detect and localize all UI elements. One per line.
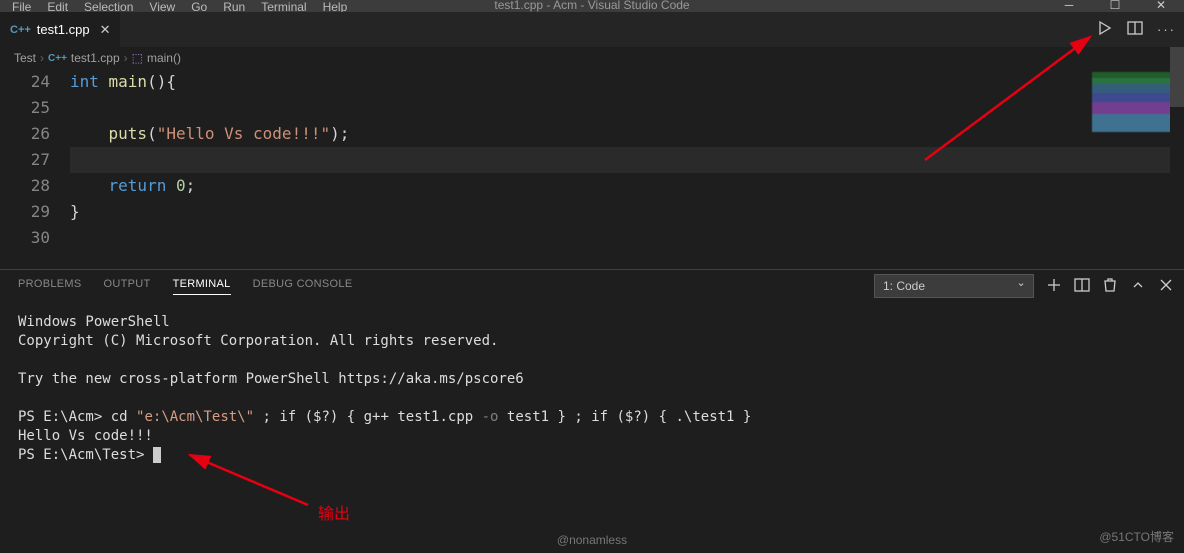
breadcrumb-file[interactable]: test1.cpp bbox=[71, 51, 120, 65]
watermark-center: @nonamless bbox=[557, 533, 627, 547]
watermark-right: @51CTO博客 bbox=[1099, 528, 1174, 545]
tab-debug-console[interactable]: DEBUG CONSOLE bbox=[253, 278, 353, 295]
run-button[interactable] bbox=[1097, 20, 1113, 39]
tab-label: test1.cpp bbox=[37, 22, 90, 37]
close-icon[interactable]: ✕ bbox=[100, 22, 111, 38]
breadcrumb[interactable]: Test › C++ test1.cpp › ⬚ main() bbox=[0, 47, 1184, 69]
tab-problems[interactable]: PROBLEMS bbox=[18, 278, 82, 295]
terminal-prompt: PS E:\Acm> bbox=[18, 409, 102, 425]
terminal-line: Try the new cross-platform PowerShell ht… bbox=[18, 371, 524, 387]
chevron-right-icon: › bbox=[124, 51, 128, 65]
breadcrumb-symbol[interactable]: main() bbox=[147, 51, 181, 65]
annotation-output-label: 输出 bbox=[318, 500, 350, 524]
vertical-scrollbar[interactable] bbox=[1170, 47, 1184, 269]
kill-terminal-icon[interactable] bbox=[1102, 277, 1118, 296]
more-actions-icon[interactable]: ··· bbox=[1157, 22, 1176, 37]
terminal-cursor bbox=[153, 447, 161, 463]
terminal-line: Copyright (C) Microsoft Corporation. All… bbox=[18, 333, 498, 349]
window-close-icon[interactable]: ✕ bbox=[1138, 0, 1184, 12]
tab-terminal[interactable]: TERMINAL bbox=[173, 278, 231, 295]
cpp-file-icon: C++ bbox=[48, 53, 67, 64]
close-panel-icon[interactable] bbox=[1158, 277, 1174, 296]
tab-output[interactable]: OUTPUT bbox=[104, 278, 151, 295]
cpp-file-icon: C++ bbox=[10, 24, 31, 36]
minimap[interactable] bbox=[1092, 72, 1182, 132]
terminal-selector[interactable]: 1: Code bbox=[874, 274, 1034, 298]
terminal-line: Windows PowerShell bbox=[18, 314, 170, 330]
chevron-right-icon: › bbox=[40, 51, 44, 65]
panel-tabs: PROBLEMS OUTPUT TERMINAL DEBUG CONSOLE 1… bbox=[0, 270, 1184, 303]
scrollbar-thumb[interactable] bbox=[1170, 47, 1184, 107]
code-area[interactable]: int main(){ puts("Hello Vs code!!!"); re… bbox=[70, 69, 1184, 269]
program-output: Hello Vs code!!! bbox=[18, 428, 153, 444]
symbol-method-icon: ⬚ bbox=[132, 51, 143, 65]
breadcrumb-root[interactable]: Test bbox=[14, 51, 36, 65]
maximize-panel-icon[interactable] bbox=[1130, 277, 1146, 296]
tab-bar: C++ test1.cpp ✕ ··· bbox=[0, 12, 1184, 47]
line-number-gutter: 24252627282930 bbox=[0, 69, 70, 269]
split-terminal-icon[interactable] bbox=[1074, 277, 1090, 296]
window-minimize-icon[interactable]: ─ bbox=[1046, 0, 1092, 12]
menu-bar: File Edit Selection View Go Run Terminal… bbox=[0, 0, 1184, 12]
tab-test1[interactable]: C++ test1.cpp ✕ bbox=[0, 12, 121, 47]
new-terminal-icon[interactable] bbox=[1046, 277, 1062, 296]
split-editor-icon[interactable] bbox=[1127, 20, 1143, 39]
terminal-output[interactable]: Windows PowerShell Copyright (C) Microso… bbox=[0, 303, 1184, 475]
bottom-panel: PROBLEMS OUTPUT TERMINAL DEBUG CONSOLE 1… bbox=[0, 269, 1184, 553]
terminal-prompt: PS E:\Acm\Test> bbox=[18, 447, 144, 463]
code-editor[interactable]: 24252627282930 int main(){ puts("Hello V… bbox=[0, 69, 1184, 269]
window-title: test1.cpp - Acm - Visual Studio Code bbox=[494, 0, 689, 12]
window-maximize-icon[interactable]: ☐ bbox=[1092, 0, 1138, 12]
